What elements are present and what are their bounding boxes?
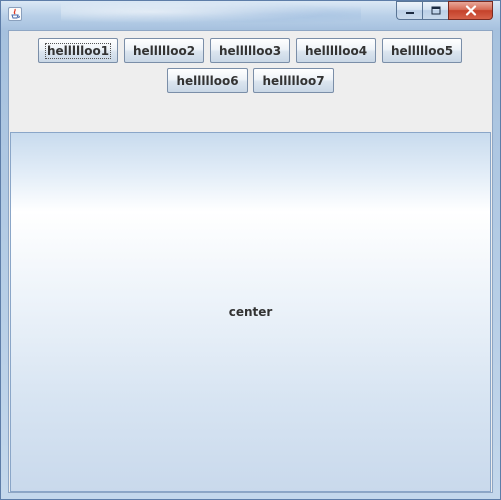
java-cup-icon[interactable] xyxy=(8,7,22,21)
hellllloo1-button[interactable]: hellllloo1 xyxy=(38,38,118,63)
minimize-icon xyxy=(405,11,414,14)
hellllloo4-button[interactable]: hellllloo4 xyxy=(296,38,376,63)
close-icon xyxy=(465,5,476,16)
maximize-icon xyxy=(431,6,440,15)
button-label: hellllloo7 xyxy=(262,73,325,88)
button-panel: hellllloo1 hellllloo2 hellllloo3 helllll… xyxy=(9,31,492,131)
title-bar[interactable] xyxy=(1,1,500,28)
button-label: hellllloo5 xyxy=(390,43,454,58)
hellllloo3-button[interactable]: hellllloo3 xyxy=(210,38,290,63)
close-button[interactable] xyxy=(448,1,493,20)
window-controls xyxy=(396,1,493,21)
button-label: hellllloo1 xyxy=(44,42,112,59)
button-label: hellllloo3 xyxy=(218,43,282,58)
button-label: hellllloo2 xyxy=(132,43,196,58)
button-label: hellllloo6 xyxy=(176,73,239,88)
hellllloo7-button[interactable]: hellllloo7 xyxy=(253,68,334,93)
hellllloo6-button[interactable]: hellllloo6 xyxy=(167,68,248,93)
content-pane: hellllloo1 hellllloo2 hellllloo3 helllll… xyxy=(8,30,493,493)
app-window: hellllloo1 hellllloo2 hellllloo3 helllll… xyxy=(0,0,501,500)
center-label: center xyxy=(228,305,273,319)
hellllloo2-button[interactable]: hellllloo2 xyxy=(124,38,204,63)
maximize-button[interactable] xyxy=(422,1,448,20)
minimize-button[interactable] xyxy=(396,1,422,20)
hellllloo5-button[interactable]: hellllloo5 xyxy=(382,38,462,63)
button-label: hellllloo4 xyxy=(304,43,368,58)
title-bar-decoration xyxy=(61,3,361,25)
center-button[interactable]: center xyxy=(10,132,491,492)
